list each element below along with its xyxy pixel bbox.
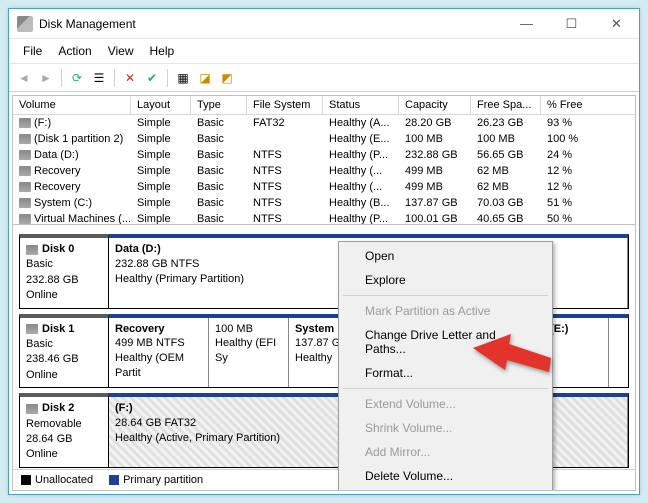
tool-icon-3[interactable]: ◩ bbox=[218, 69, 236, 87]
context-menu-item[interactable]: Format... bbox=[341, 361, 550, 385]
col-free[interactable]: Free Spa... bbox=[471, 96, 541, 114]
menu-help[interactable]: Help bbox=[142, 41, 183, 61]
volume-grid-header: Volume Layout Type File System Status Ca… bbox=[13, 96, 635, 115]
col-capacity[interactable]: Capacity bbox=[399, 96, 471, 114]
view-icon[interactable]: ☰ bbox=[90, 69, 108, 87]
legend-primary: Primary partition bbox=[123, 474, 203, 486]
table-row[interactable]: RecoverySimpleBasicNTFSHealthy (...499 M… bbox=[13, 179, 635, 195]
volume-name: (F:) bbox=[34, 117, 51, 129]
disk-label: Disk 0Basic232.88 GBOnline bbox=[19, 234, 109, 309]
legend-unallocated: Unallocated bbox=[35, 474, 93, 486]
volume-name: Recovery bbox=[34, 181, 80, 193]
col-fs[interactable]: File System bbox=[247, 96, 323, 114]
table-row[interactable]: Data (D:)SimpleBasicNTFSHealthy (P...232… bbox=[13, 147, 635, 163]
volume-icon bbox=[19, 166, 31, 176]
context-menu-item[interactable]: Delete Volume... bbox=[341, 464, 550, 488]
volume-icon bbox=[19, 214, 31, 224]
table-row[interactable]: System (C:)SimpleBasicNTFSHealthy (B...1… bbox=[13, 195, 635, 211]
col-volume[interactable]: Volume bbox=[13, 96, 131, 114]
partition[interactable]: 100 MBHealthy (EFI Sy bbox=[209, 318, 289, 388]
window-title: Disk Management bbox=[39, 17, 504, 31]
minimize-button[interactable]: — bbox=[504, 9, 549, 38]
context-menu-item: Extend Volume... bbox=[341, 392, 550, 416]
context-menu-item[interactable]: Change Drive Letter and Paths... bbox=[341, 323, 550, 361]
context-menu-item[interactable]: Explore bbox=[341, 268, 550, 292]
unallocated-swatch bbox=[21, 475, 31, 485]
tool-icon-2[interactable]: ◪ bbox=[196, 69, 214, 87]
volume-name: Recovery bbox=[34, 165, 80, 177]
volume-icon bbox=[19, 118, 31, 128]
col-pct[interactable]: % Free bbox=[541, 96, 601, 114]
volume-icon bbox=[19, 150, 31, 160]
back-icon[interactable]: ◄ bbox=[15, 69, 33, 87]
volume-name: Data (D:) bbox=[34, 149, 79, 161]
cancel-icon[interactable]: ✕ bbox=[121, 69, 139, 87]
content-area: Volume Layout Type File System Status Ca… bbox=[12, 95, 636, 491]
table-row[interactable]: (Disk 1 partition 2)SimpleBasicHealthy (… bbox=[13, 131, 635, 147]
disk-label: Disk 2Removable28.64 GBOnline bbox=[19, 393, 109, 468]
table-row[interactable]: (F:)SimpleBasicFAT32Healthy (A...28.20 G… bbox=[13, 115, 635, 131]
context-menu: OpenExplore Mark Partition as ActiveChang… bbox=[338, 241, 553, 491]
volume-grid-body[interactable]: (F:)SimpleBasicFAT32Healthy (A...28.20 G… bbox=[13, 115, 635, 225]
toolbar: ◄ ► ⟳ ☰ ✕ ✔ ▦ ◪ ◩ bbox=[9, 64, 639, 92]
disk-label: Disk 1Basic238.46 GBOnline bbox=[19, 314, 109, 389]
refresh-icon[interactable]: ⟳ bbox=[68, 69, 86, 87]
volume-icon bbox=[19, 182, 31, 192]
partition[interactable]: Recovery499 MB NTFSHealthy (OEM Partit bbox=[109, 318, 209, 388]
col-status[interactable]: Status bbox=[323, 96, 399, 114]
approve-icon[interactable]: ✔ bbox=[143, 69, 161, 87]
forward-icon[interactable]: ► bbox=[37, 69, 55, 87]
context-menu-item: Mark Partition as Active bbox=[341, 299, 550, 323]
volume-icon bbox=[19, 198, 31, 208]
menu-view[interactable]: View bbox=[100, 41, 142, 61]
primary-swatch bbox=[109, 475, 119, 485]
col-layout[interactable]: Layout bbox=[131, 96, 191, 114]
tool-icon-1[interactable]: ▦ bbox=[174, 69, 192, 87]
volume-icon bbox=[19, 134, 31, 144]
app-icon bbox=[17, 16, 33, 32]
close-button[interactable]: ✕ bbox=[594, 9, 639, 38]
context-menu-item[interactable]: Open bbox=[341, 244, 550, 268]
context-menu-item: Add Mirror... bbox=[341, 440, 550, 464]
volume-name: System (C:) bbox=[34, 197, 92, 209]
maximize-button[interactable]: ☐ bbox=[549, 9, 594, 38]
table-row[interactable]: Virtual Machines (...SimpleBasicNTFSHeal… bbox=[13, 211, 635, 225]
volume-name: Virtual Machines (... bbox=[34, 213, 131, 225]
menu-file[interactable]: File bbox=[15, 41, 50, 61]
col-type[interactable]: Type bbox=[191, 96, 247, 114]
titlebar[interactable]: Disk Management — ☐ ✕ bbox=[9, 9, 639, 39]
menu-bar: File Action View Help bbox=[9, 39, 639, 64]
table-row[interactable]: RecoverySimpleBasicNTFSHealthy (...499 M… bbox=[13, 163, 635, 179]
volume-name: (Disk 1 partition 2) bbox=[34, 133, 123, 145]
menu-action[interactable]: Action bbox=[50, 41, 99, 61]
disk-management-window: Disk Management — ☐ ✕ File Action View H… bbox=[8, 8, 640, 495]
context-menu-item: Shrink Volume... bbox=[341, 416, 550, 440]
